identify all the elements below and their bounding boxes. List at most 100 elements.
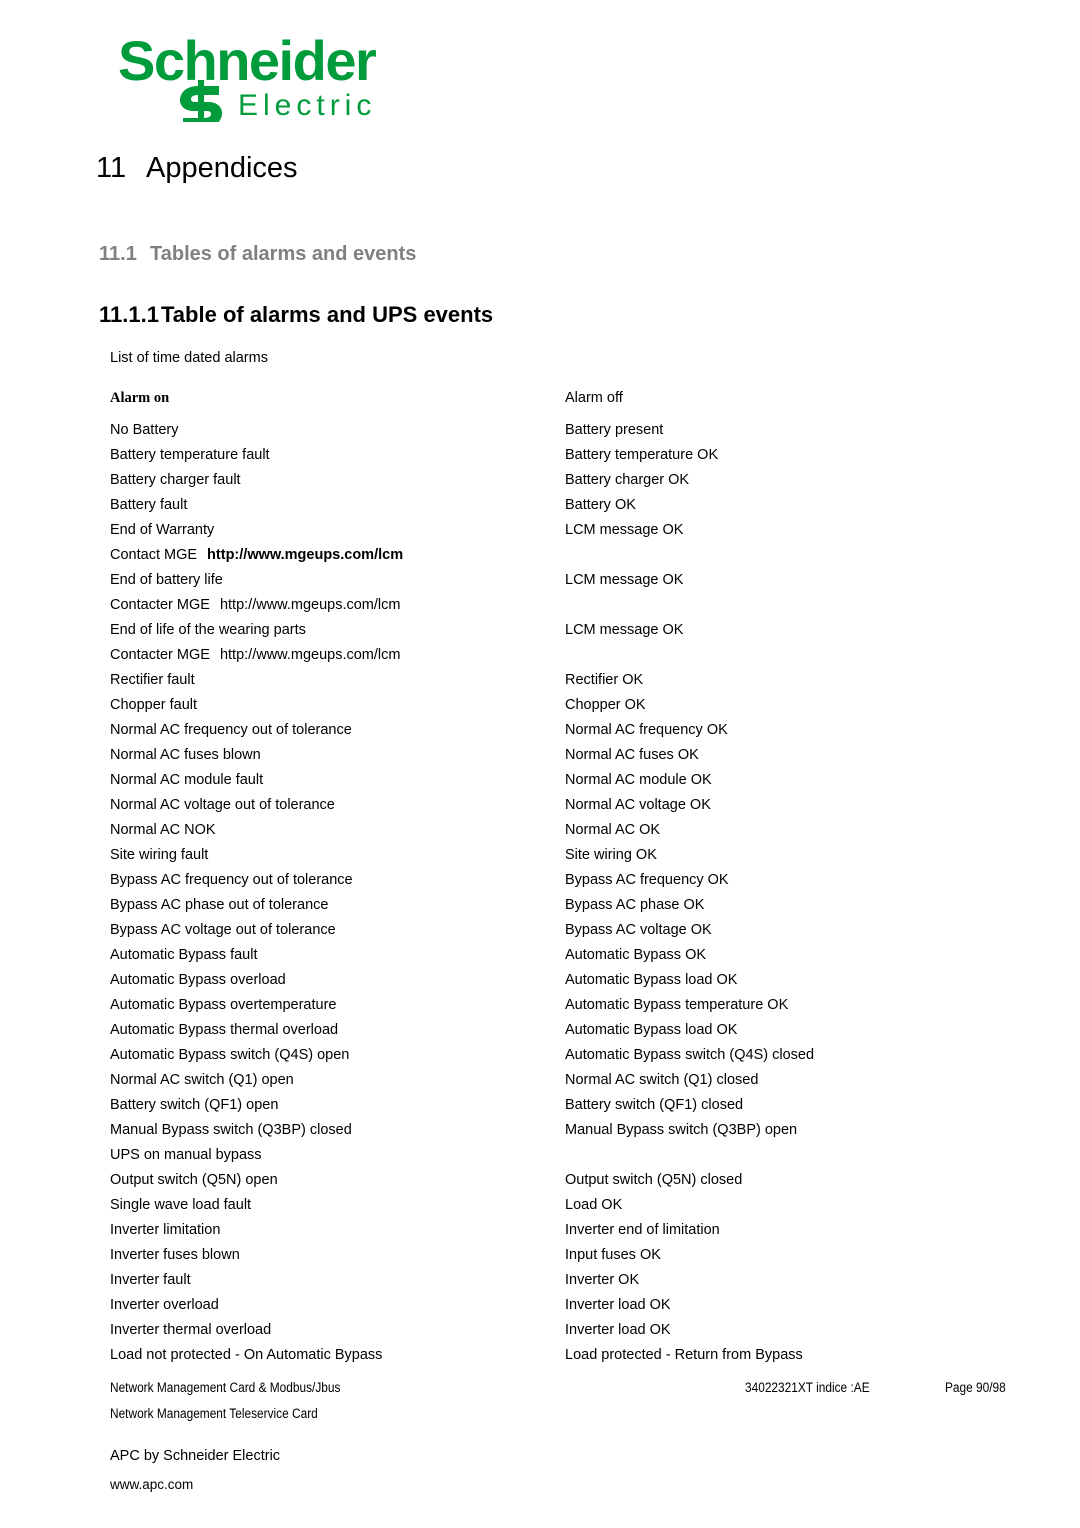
- subsection-title: Table of alarms and UPS events: [161, 302, 494, 327]
- table-row: Manual Bypass switch (Q3BP) closed Manual…: [110, 1118, 990, 1143]
- table-row: Battery temperature fault Battery tempera…: [110, 443, 990, 468]
- company-website[interactable]: www.apc.com: [110, 1477, 193, 1492]
- cell-alarm-on: Single wave load fault: [110, 1197, 252, 1213]
- table-row: Contacter MGE http://www.mgeups.com/lcm: [110, 593, 990, 618]
- table-row: Contact MGE http://www.mgeups.com/lcm: [110, 543, 990, 568]
- cell-alarm-on: Battery charger fault: [110, 472, 241, 488]
- cell-alarm-on: Battery temperature fault: [110, 447, 270, 463]
- cell-alarm-off: Output switch (Q5N) closed: [565, 1172, 743, 1188]
- table-row: Automatic Bypass switch (Q4S) open Automa…: [110, 1043, 990, 1068]
- footer-page-number: Page 90/98: [945, 1380, 1006, 1395]
- cell-alarm-on-url[interactable]: http://www.mgeups.com/lcm: [203, 547, 403, 563]
- cell-alarm-off: LCM message OK: [565, 522, 684, 538]
- table-body: No Battery Battery present Battery tempera…: [110, 418, 990, 1368]
- cell-alarm-off: Inverter end of limitation: [565, 1222, 720, 1238]
- table-row: Contacter MGE http://www.mgeups.com/lcm: [110, 643, 990, 668]
- subsection-number: 11.1.1: [99, 302, 159, 327]
- cell-alarm-on: Rectifier fault: [110, 672, 195, 688]
- logo-schneider-text: Schneider: [118, 32, 376, 92]
- cell-alarm-on: No Battery: [110, 422, 179, 438]
- cell-alarm-off: Inverter load OK: [565, 1297, 671, 1313]
- cell-alarm-off: Normal AC fuses OK: [565, 747, 699, 763]
- table-row: Automatic Bypass overtemperature Automati…: [110, 993, 990, 1018]
- cell-alarm-off: Chopper OK: [565, 697, 646, 713]
- cell-alarm-off: Automatic Bypass load OK: [565, 972, 738, 988]
- cell-alarm-off: Bypass AC phase OK: [565, 897, 705, 913]
- cell-alarm-on: End of Warranty: [110, 522, 215, 538]
- cell-alarm-on: Contacter MGE http://www.mgeups.com/lcm: [110, 597, 401, 613]
- page-footer: Network Management Card & Modbus/Jbus 34…: [110, 1375, 1010, 1427]
- table-row: Automatic Bypass thermal overload Automat…: [110, 1018, 990, 1043]
- cell-alarm-off: Battery temperature OK: [565, 447, 719, 463]
- logo-electric-text: Electric: [238, 89, 376, 122]
- footer-product-line-1: Network Management Card & Modbus/Jbus: [110, 1380, 341, 1395]
- cell-alarm-off: Bypass AC voltage OK: [565, 922, 712, 938]
- table-row: Bypass AC phase out of tolerance Bypass A…: [110, 893, 990, 918]
- logo-svg: Schneider Electric: [118, 32, 377, 122]
- table-row: Normal AC frequency out of tolerance Norm…: [110, 718, 990, 743]
- footer-product-line-2: Network Management Teleservice Card: [110, 1406, 318, 1421]
- company-name: APC by Schneider Electric: [110, 1448, 281, 1464]
- cell-alarm-off: Load OK: [565, 1197, 623, 1213]
- cell-alarm-off: Battery charger OK: [565, 472, 690, 488]
- cell-alarm-off: Rectifier OK: [565, 672, 644, 688]
- cell-alarm-on: Battery switch (QF1) open: [110, 1097, 279, 1113]
- cell-alarm-on: Contact MGE http://www.mgeups.com/lcm: [110, 547, 404, 563]
- footer-row-2: Network Management Teleservice Card: [110, 1401, 1010, 1427]
- cell-alarm-off: Normal AC OK: [565, 822, 661, 838]
- table-row: Normal AC switch (Q1) open Normal AC swit…: [110, 1068, 990, 1093]
- cell-alarm-off: Inverter load OK: [565, 1322, 671, 1338]
- subsection-heading: 11.1.1Table of alarms and UPS events: [99, 302, 493, 328]
- cell-alarm-off: Automatic Bypass temperature OK: [565, 997, 789, 1013]
- cell-alarm-off: Battery present: [565, 422, 664, 438]
- footer-row-1: Network Management Card & Modbus/Jbus 34…: [110, 1375, 1010, 1401]
- cell-alarm-on: Automatic Bypass switch (Q4S) open: [110, 1047, 350, 1063]
- table-row: End of Warranty LCM message OK: [110, 518, 990, 543]
- cell-alarm-off: Normal AC module OK: [565, 772, 712, 788]
- table-row: Inverter limitation Inverter end of limit…: [110, 1218, 990, 1243]
- cell-alarm-on: Contacter MGE http://www.mgeups.com/lcm: [110, 647, 401, 663]
- cell-alarm-on: Inverter fuses blown: [110, 1247, 240, 1263]
- cell-alarm-off: Battery OK: [565, 497, 636, 513]
- table-row: Chopper fault Chopper OK: [110, 693, 990, 718]
- table-row: Bypass AC voltage out of tolerance Bypass…: [110, 918, 990, 943]
- footer-document-code: 34022321XT indice :AE: [745, 1380, 870, 1395]
- column-header-alarm-off: Alarm off: [565, 390, 623, 406]
- table-row: Normal AC module fault Normal AC module O…: [110, 768, 990, 793]
- cell-alarm-on-url[interactable]: http://www.mgeups.com/lcm: [216, 597, 401, 613]
- cell-alarm-on: Normal AC NOK: [110, 822, 216, 838]
- cell-alarm-on: Automatic Bypass overtemperature: [110, 997, 337, 1013]
- cell-alarm-on: Automatic Bypass thermal overload: [110, 1022, 339, 1038]
- cell-alarm-on: Inverter thermal overload: [110, 1322, 272, 1338]
- cell-alarm-on: Inverter limitation: [110, 1222, 221, 1238]
- table-row: Battery fault Battery OK: [110, 493, 990, 518]
- table-row: Normal AC fuses blown Normal AC fuses OK: [110, 743, 990, 768]
- table-row: Battery switch (QF1) open Battery switch …: [110, 1093, 990, 1118]
- cell-alarm-on: Site wiring fault: [110, 847, 209, 863]
- cell-alarm-off: Battery switch (QF1) closed: [565, 1097, 744, 1113]
- table-row: Inverter overload Inverter load OK: [110, 1293, 990, 1318]
- table-row: Inverter thermal overload Inverter load O…: [110, 1318, 990, 1343]
- cell-alarm-on: Load not protected - On Automatic Bypass: [110, 1347, 383, 1363]
- cell-alarm-off: Normal AC frequency OK: [565, 722, 728, 738]
- cell-alarm-on: Output switch (Q5N) open: [110, 1172, 278, 1188]
- table-row: UPS on manual bypass: [110, 1143, 990, 1168]
- cell-alarm-off: Load protected - Return from Bypass: [565, 1347, 803, 1363]
- cell-alarm-on: Normal AC voltage out of tolerance: [110, 797, 335, 813]
- cell-alarm-on: Inverter fault: [110, 1272, 191, 1288]
- cell-alarm-off: Bypass AC frequency OK: [565, 872, 729, 888]
- table-row: Automatic Bypass overload Automatic Bypas…: [110, 968, 990, 993]
- table-row: Normal AC voltage out of tolerance Normal…: [110, 793, 990, 818]
- table-row: Inverter fuses blown Input fuses OK: [110, 1243, 990, 1268]
- cell-alarm-off: Normal AC switch (Q1) closed: [565, 1072, 759, 1088]
- table-row: Inverter fault Inverter OK: [110, 1268, 990, 1293]
- table-row: End of battery life LCM message OK: [110, 568, 990, 593]
- cell-alarm-on: Inverter overload: [110, 1297, 219, 1313]
- table-row: Single wave load fault Load OK: [110, 1193, 990, 1218]
- cell-alarm-on-url[interactable]: http://www.mgeups.com/lcm: [216, 647, 401, 663]
- cell-alarm-off: Automatic Bypass OK: [565, 947, 707, 963]
- cell-alarm-on: Normal AC fuses blown: [110, 747, 261, 763]
- table-row: Load not protected - On Automatic Bypass…: [110, 1343, 990, 1368]
- cell-alarm-on: End of life of the wearing parts: [110, 622, 306, 638]
- document-page: Schneider Electric 11 Appendices 11.1 Tabl…: [0, 0, 1080, 1528]
